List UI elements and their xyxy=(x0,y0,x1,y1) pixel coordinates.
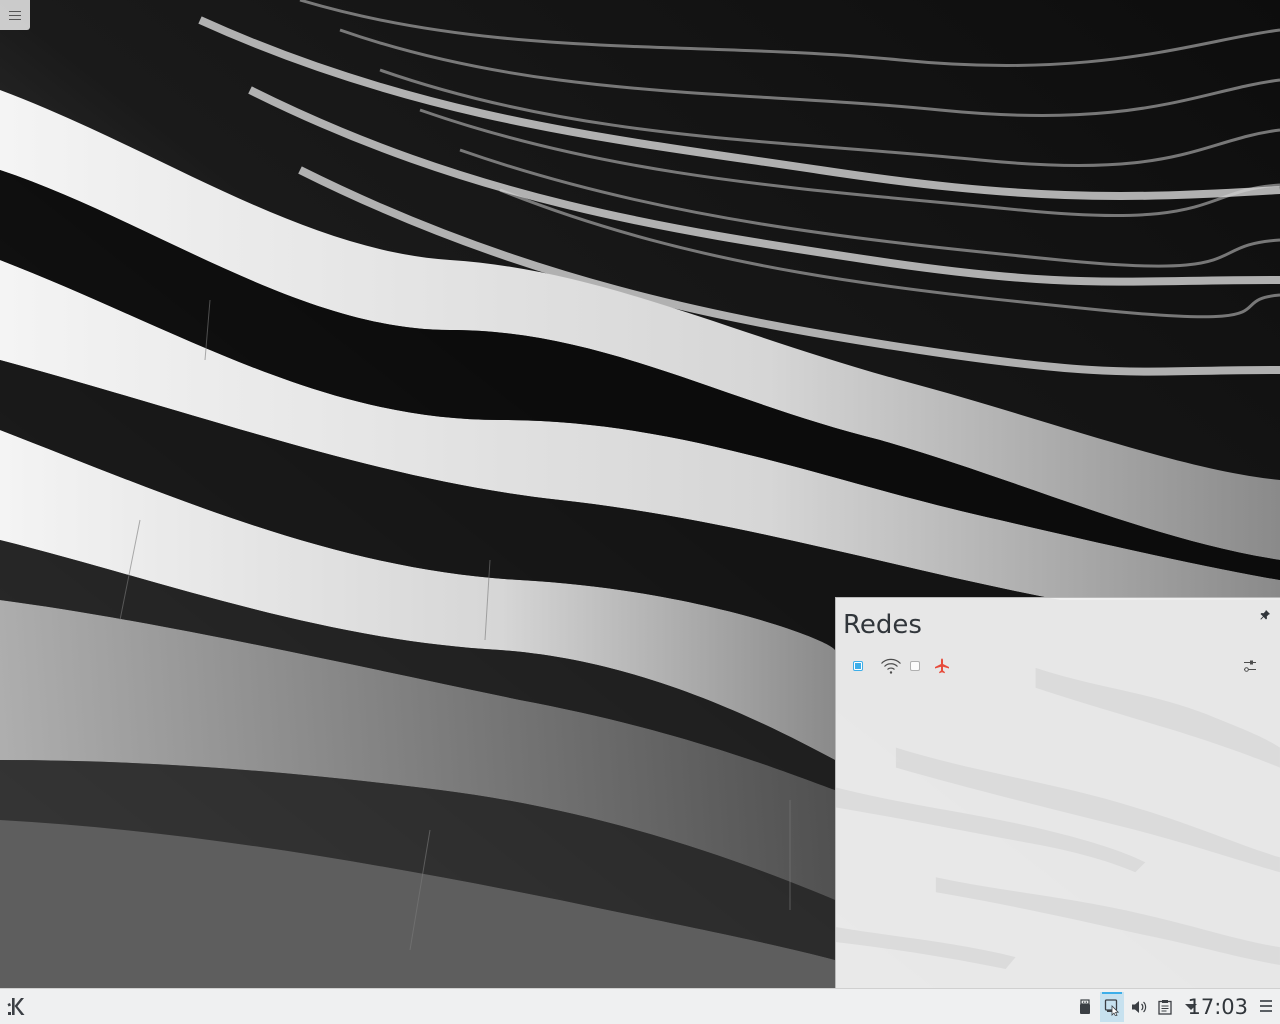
pin-button[interactable] xyxy=(1258,608,1272,622)
wifi-indicator xyxy=(880,656,902,676)
application-launcher-button[interactable] xyxy=(4,994,30,1020)
taskbar-panel: 17:03 xyxy=(0,988,1280,1024)
pin-icon xyxy=(1260,610,1270,620)
volume-icon xyxy=(1132,1001,1147,1013)
checkbox-unchecked-icon xyxy=(910,661,920,671)
airplane-mode-button[interactable] xyxy=(932,656,952,676)
network-toggles-row xyxy=(850,656,952,676)
kde-logo-icon xyxy=(7,998,25,1015)
network-tray-button[interactable] xyxy=(1100,992,1124,1022)
usb-device-icon xyxy=(1080,999,1090,1014)
networks-popup: Redes xyxy=(835,597,1280,988)
system-tray xyxy=(1072,989,1204,1024)
network-icon xyxy=(1104,999,1120,1016)
configure-network-button[interactable] xyxy=(1242,658,1258,674)
popup-title: Redes xyxy=(843,610,922,640)
digital-clock[interactable]: 17:03 xyxy=(1187,993,1248,1021)
checkbox-checked-icon xyxy=(853,661,863,671)
airplane-mode-icon xyxy=(935,658,949,674)
panel-options-button[interactable] xyxy=(1260,1000,1272,1012)
volume-tray-button[interactable] xyxy=(1130,998,1148,1016)
wifi-icon xyxy=(881,658,901,674)
hamburger-menu-icon xyxy=(9,10,21,20)
clipboard-tray-button[interactable] xyxy=(1156,998,1174,1016)
active-indicator xyxy=(1102,992,1122,994)
configure-sliders-icon xyxy=(1244,660,1256,672)
wifi-toggle[interactable] xyxy=(908,656,922,676)
clipboard-icon xyxy=(1158,1000,1172,1015)
ethernet-toggle[interactable] xyxy=(850,656,866,676)
usb-device-tray-button[interactable] xyxy=(1076,998,1094,1016)
desktop-toolbox-button[interactable] xyxy=(0,0,30,30)
